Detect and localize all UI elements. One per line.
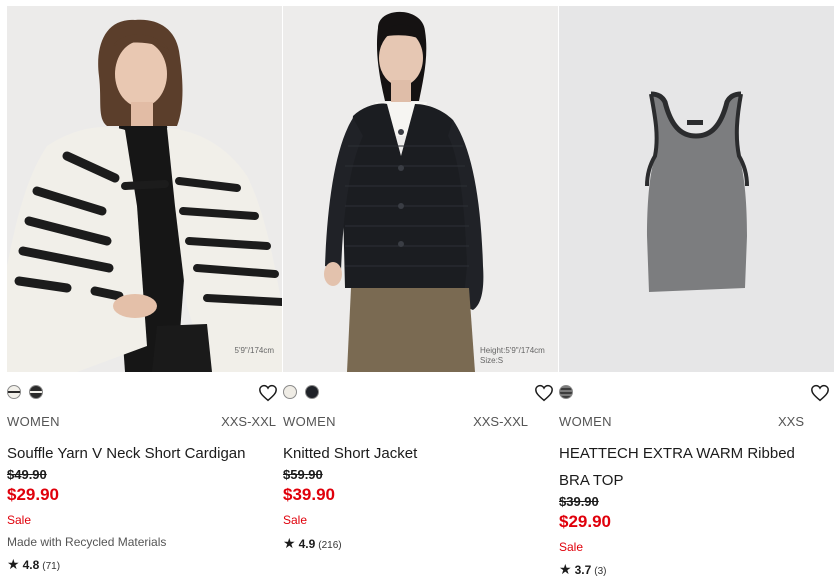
sale-price: $29.90 — [559, 512, 611, 531]
product-image[interactable]: Height:5'9"/174cm Size:S — [283, 6, 558, 372]
color-swatches — [7, 385, 43, 401]
rating: ★ 4.9 (216) — [283, 535, 342, 552]
star-icon: ★ — [559, 561, 572, 577]
color-swatch[interactable] — [283, 385, 297, 399]
gender-label: WOMEN — [283, 414, 336, 429]
image-caption: Height:5'9"/174cm Size:S — [480, 346, 545, 366]
sale-price: $39.90 — [283, 485, 335, 504]
size-range: XXS-XXL — [221, 414, 276, 429]
rating-value: 4.8 — [22, 558, 40, 572]
star-icon: ★ — [7, 556, 20, 572]
color-swatch[interactable] — [29, 385, 43, 399]
color-swatch[interactable] — [305, 385, 319, 399]
model-striped-cardigan-photo — [7, 6, 282, 372]
product-name[interactable]: Souffle Yarn V Neck Short Cardigan — [7, 440, 272, 467]
grey-tank-top-photo — [559, 6, 834, 372]
product-card[interactable]: Height:5'9"/174cm Size:S WOMEN XXS-XXL K… — [283, 0, 558, 582]
size-range: XXS — [777, 414, 804, 429]
product-image[interactable]: 5'9"/174cm — [7, 6, 282, 372]
product-note: Made with Recycled Materials — [7, 535, 167, 549]
color-swatches — [559, 385, 573, 401]
product-image[interactable] — [559, 6, 834, 372]
original-price: $39.90 — [559, 494, 599, 509]
product-card[interactable]: WOMEN XXS HEATTECH EXTRA WARM Ribbed BRA… — [559, 0, 834, 582]
product-card[interactable]: 5'9"/174cm WOMEN XXS-XXL Souffle Yarn V … — [7, 0, 282, 582]
gender-label: WOMEN — [7, 414, 60, 429]
rating-value: 4.9 — [298, 537, 316, 551]
sale-label: Sale — [7, 513, 32, 527]
original-price: $59.90 — [283, 467, 323, 482]
heart-icon[interactable] — [534, 384, 554, 402]
heart-icon[interactable] — [258, 384, 278, 402]
gender-label: WOMEN — [559, 414, 612, 429]
color-swatch[interactable] — [7, 385, 21, 399]
rating: ★ 4.8 (71) — [7, 556, 60, 573]
heart-icon[interactable] — [810, 384, 830, 402]
size-caption: Size:S — [480, 356, 504, 365]
image-caption: 5'9"/174cm — [234, 346, 275, 355]
star-icon: ★ — [283, 535, 296, 551]
rating: ★ 3.7 (3) — [559, 561, 606, 578]
model-black-jacket-photo — [283, 6, 558, 372]
sale-price: $29.90 — [7, 485, 59, 504]
sale-label: Sale — [283, 513, 308, 527]
sale-label: Sale — [559, 540, 584, 554]
review-count: (71) — [42, 561, 61, 572]
product-name[interactable]: Knitted Short Jacket — [283, 440, 548, 467]
review-count: (3) — [594, 566, 607, 577]
rating-value: 3.7 — [574, 563, 592, 577]
size-range: XXS-XXL — [473, 414, 528, 429]
original-price: $49.90 — [7, 467, 47, 482]
product-grid: 5'9"/174cm WOMEN XXS-XXL Souffle Yarn V … — [0, 0, 840, 582]
color-swatch[interactable] — [559, 385, 573, 399]
height-caption: Height:5'9"/174cm — [480, 346, 545, 355]
product-name[interactable]: HEATTECH EXTRA WARM Ribbed BRA TOP — [559, 440, 824, 494]
review-count: (216) — [318, 540, 342, 551]
color-swatches — [283, 385, 319, 401]
